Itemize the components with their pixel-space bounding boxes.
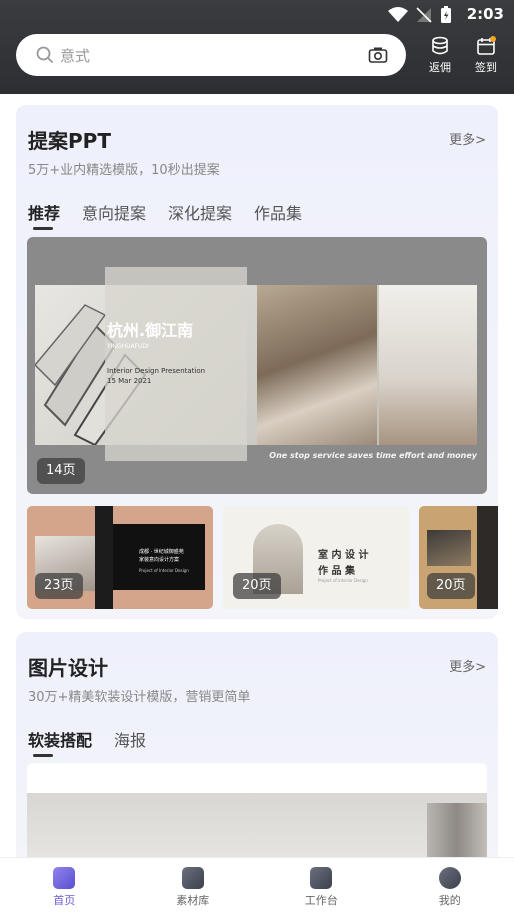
thumb-2-caption-1: 室 内 设 计: [318, 546, 368, 561]
nav-home[interactable]: 首页: [0, 858, 129, 916]
rebate-label: 返佣: [420, 59, 460, 75]
thumb-1-caption-1: 成都 · 世纪城御盛苑: [139, 548, 184, 555]
feature-heading: 杭州.御江南: [107, 317, 193, 341]
folder-icon: [182, 867, 204, 889]
image-section-title: 图片设计: [28, 652, 108, 681]
feature-line2: 15 Mar 2021: [107, 377, 151, 385]
tab-poster[interactable]: 海报: [114, 727, 146, 751]
material-board-image: [257, 285, 377, 445]
nav-profile-label: 我的: [439, 892, 461, 908]
ppt-more-link[interactable]: 更多>: [449, 129, 486, 148]
bottom-nav: 首页 素材库 工作台 我的: [0, 857, 514, 916]
feature-brand: YINGHUAFUDI: [107, 343, 149, 350]
nav-material-library[interactable]: 素材库: [129, 858, 258, 916]
ppt-section-subtitle: 5万+业内精选模版，10秒出提案: [28, 159, 220, 178]
feature-line1: Interior Design Presentation: [107, 367, 205, 375]
top-header: 2:03 意式 返佣 签到: [0, 0, 514, 94]
curtain-graphic: [427, 803, 487, 857]
thumb-3-photo: [427, 530, 471, 566]
template-thumb-3[interactable]: 20页: [419, 506, 498, 609]
thumb-1-dark-band: [95, 506, 113, 609]
status-icons: [388, 6, 452, 24]
workbench-icon: [310, 867, 332, 889]
wifi-icon: [388, 7, 408, 23]
thumb-1-caption-2: 家装意向设计方案: [139, 556, 179, 563]
rebate-button[interactable]: 返佣: [420, 36, 460, 75]
vase-still-life-image: [379, 285, 477, 445]
tab-recommend[interactable]: 推荐: [28, 200, 60, 224]
template-thumb-2[interactable]: 室 内 设 计 作 品 集 Project of Interior Design…: [223, 506, 409, 609]
soft-furnishing-preview[interactable]: [27, 763, 487, 857]
no-signal-icon: [416, 7, 432, 23]
image-design-section: 图片设计 更多> 30万+精美软装设计模版，营销更简单 软装搭配 海报: [16, 632, 498, 857]
calendar-icon: [476, 36, 496, 56]
camera-icon[interactable]: [368, 46, 388, 64]
feature-overlay-panel: [105, 267, 247, 461]
checkin-label: 签到: [466, 59, 506, 75]
home-icon: [53, 867, 75, 889]
battery-icon: [440, 6, 452, 24]
checkin-button[interactable]: 签到: [466, 36, 506, 75]
template-thumb-1[interactable]: 成都 · 世纪城御盛苑 家装意向设计方案 Project of Interior…: [27, 506, 213, 609]
page-count-badge: 20页: [233, 573, 281, 599]
profile-icon: [439, 867, 461, 889]
nav-material-label: 素材库: [176, 892, 209, 908]
database-icon: [430, 36, 450, 56]
feature-tagline: One stop service saves time effort and m…: [269, 451, 477, 460]
thumb-2-caption-3: Project of Interior Design: [318, 578, 368, 583]
main-content: 提案PPT 更多> 5万+业内精选模版，10秒出提案 推荐 意向提案 深化提案 …: [0, 94, 514, 857]
page-count-badge: 23页: [35, 573, 83, 599]
nav-workbench-label: 工作台: [305, 892, 338, 908]
tab-portfolio[interactable]: 作品集: [254, 200, 302, 224]
nav-profile[interactable]: 我的: [386, 858, 514, 916]
image-tabs: 软装搭配 海报: [28, 727, 146, 751]
tab-intent-proposal[interactable]: 意向提案: [82, 200, 146, 224]
nav-home-label: 首页: [53, 892, 75, 908]
tab-soft-furnishing[interactable]: 软装搭配: [28, 727, 92, 751]
ppt-tabs: 推荐 意向提案 深化提案 作品集: [28, 200, 302, 224]
search-bar[interactable]: 意式: [16, 34, 406, 76]
page-count-badge: 14页: [37, 458, 85, 484]
status-time: 2:03: [467, 5, 504, 23]
image-section-subtitle: 30万+精美软装设计模版，营销更简单: [28, 686, 250, 705]
feature-template-card[interactable]: 杭州.御江南 YINGHUAFUDI Interior Design Prese…: [27, 237, 487, 494]
tab-deep-proposal[interactable]: 深化提案: [168, 200, 232, 224]
nav-workbench[interactable]: 工作台: [257, 858, 386, 916]
search-icon: [36, 46, 54, 64]
ppt-section: 提案PPT 更多> 5万+业内精选模版，10秒出提案 推荐 意向提案 深化提案 …: [16, 105, 498, 619]
page-count-badge: 20页: [427, 573, 475, 599]
search-placeholder: 意式: [60, 45, 90, 66]
thumb-1-caption-3: Project of Interior Design: [139, 568, 189, 573]
thumb-2-caption-2: 作 品 集: [318, 562, 355, 577]
room-preview-image: [27, 793, 487, 857]
image-more-link[interactable]: 更多>: [449, 656, 486, 675]
ppt-section-title: 提案PPT: [28, 125, 111, 154]
